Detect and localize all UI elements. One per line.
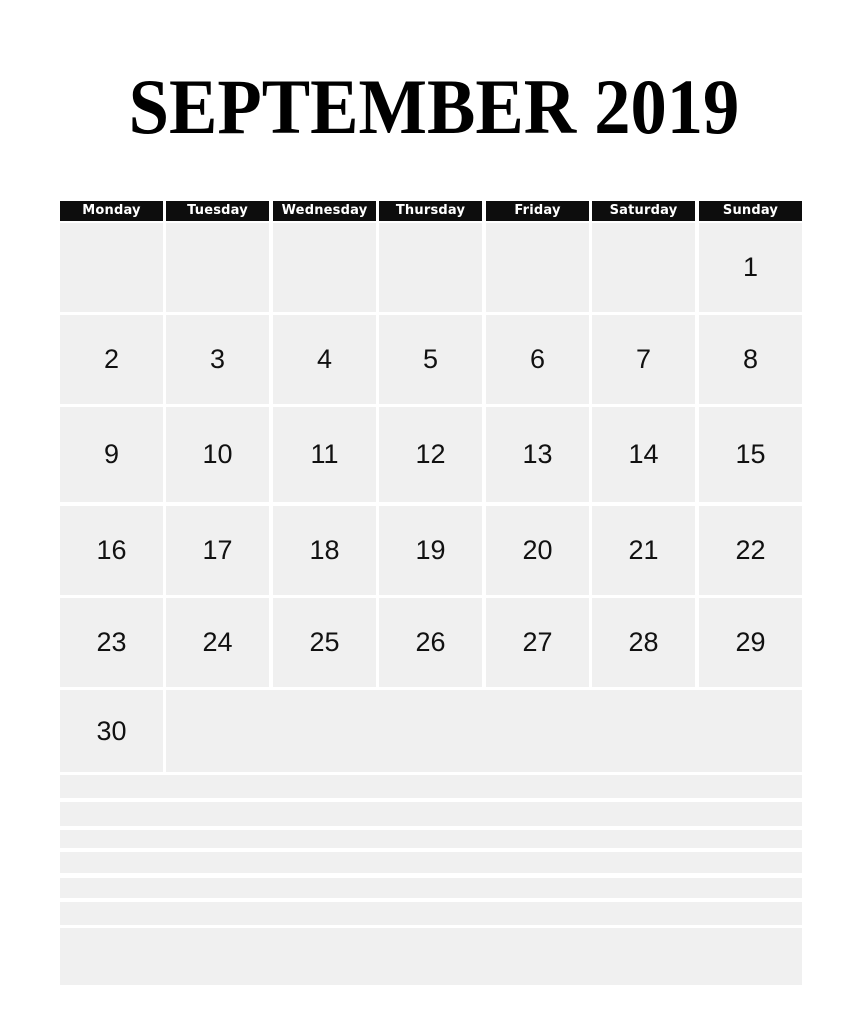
weekday-header-saturday: Saturday — [592, 201, 695, 221]
day-cell: 20 — [486, 506, 589, 595]
day-cell: 11 — [273, 407, 376, 502]
day-cell: 25 — [273, 598, 376, 687]
day-cell: 23 — [60, 598, 163, 687]
notes-line — [60, 878, 802, 898]
weekday-header-tuesday: Tuesday — [166, 201, 269, 221]
empty-day-cell — [273, 223, 376, 312]
notes-line — [60, 902, 802, 925]
day-cell: 24 — [166, 598, 269, 687]
day-cell: 9 — [60, 407, 163, 502]
day-cell: 14 — [592, 407, 695, 502]
day-cell: 13 — [486, 407, 589, 502]
day-cell: 22 — [699, 506, 802, 595]
day-cell: 29 — [699, 598, 802, 687]
weekday-header-monday: Monday — [60, 201, 163, 221]
day-cell: 1 — [699, 223, 802, 312]
day-cell: 28 — [592, 598, 695, 687]
day-cell: 21 — [592, 506, 695, 595]
day-cell: 16 — [60, 506, 163, 595]
day-cell: 3 — [166, 315, 269, 404]
notes-line — [60, 830, 802, 848]
empty-cell-block — [166, 690, 802, 772]
day-cell: 15 — [699, 407, 802, 502]
notes-line — [60, 852, 802, 873]
day-cell: 8 — [699, 315, 802, 404]
day-cell: 10 — [166, 407, 269, 502]
calendar-title: SEPTEMBER 2019 — [128, 63, 740, 150]
day-cell: 17 — [166, 506, 269, 595]
weekday-header-friday: Friday — [486, 201, 589, 221]
notes-line — [60, 775, 802, 798]
day-cell: 2 — [60, 315, 163, 404]
weekday-header-sunday: Sunday — [699, 201, 802, 221]
empty-day-cell — [486, 223, 589, 312]
day-cell: 12 — [379, 407, 482, 502]
empty-day-cell — [379, 223, 482, 312]
empty-day-cell — [60, 223, 163, 312]
day-cell: 30 — [60, 690, 163, 772]
notes-line — [60, 928, 802, 985]
day-cell: 7 — [592, 315, 695, 404]
empty-day-cell — [166, 223, 269, 312]
notes-line — [60, 802, 802, 826]
day-cell: 5 — [379, 315, 482, 404]
weekday-header-thursday: Thursday — [379, 201, 482, 221]
day-cell: 26 — [379, 598, 482, 687]
day-cell: 6 — [486, 315, 589, 404]
day-cell: 27 — [486, 598, 589, 687]
day-cell: 18 — [273, 506, 376, 595]
empty-day-cell — [592, 223, 695, 312]
weekday-header-wednesday: Wednesday — [273, 201, 376, 221]
day-cell: 19 — [379, 506, 482, 595]
day-cell: 4 — [273, 315, 376, 404]
